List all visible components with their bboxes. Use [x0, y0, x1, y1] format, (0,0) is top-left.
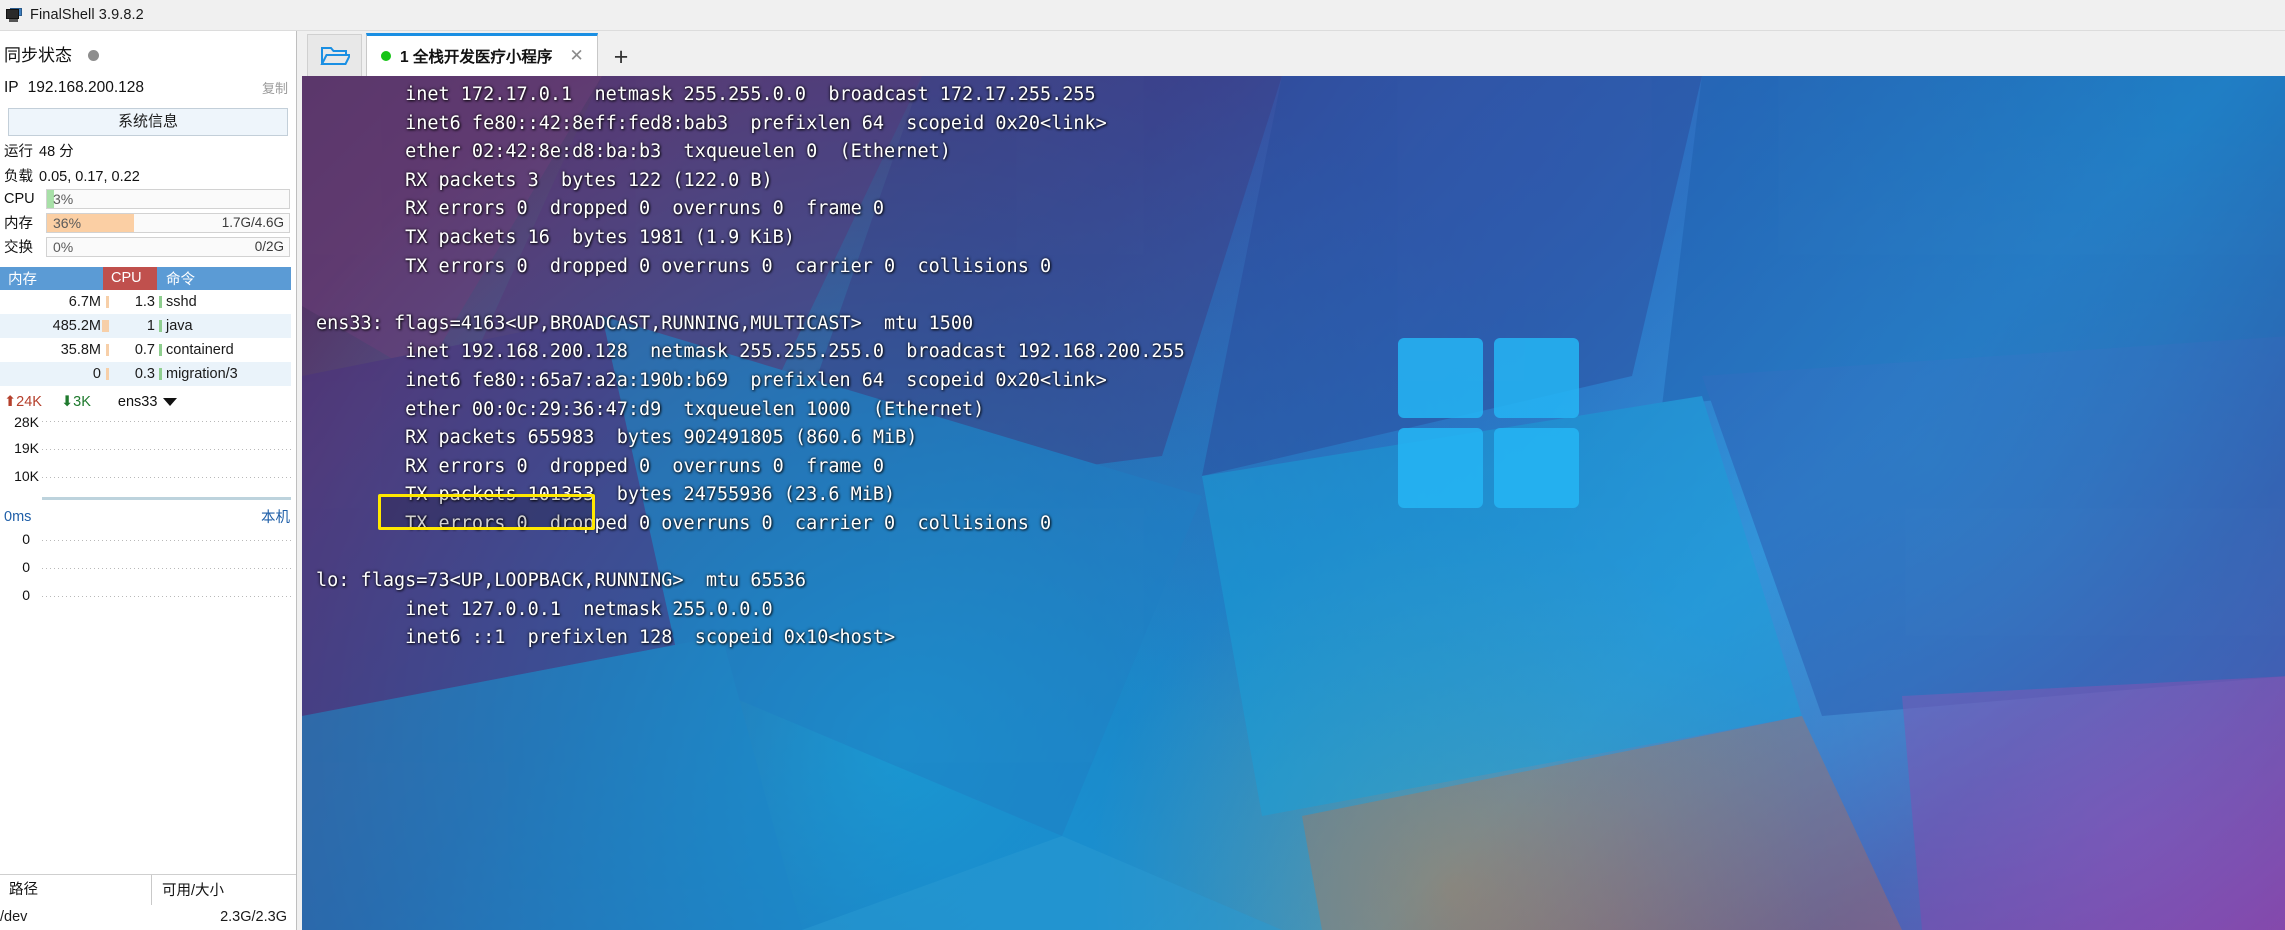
process-cpu: 1.3 [103, 294, 162, 310]
sync-status-row: 同步状态 [0, 31, 296, 72]
ping-graph-axis: 0 0 0 [0, 529, 42, 615]
memory-meter-percent: 36% [53, 214, 82, 231]
process-memory: 35.8M [0, 342, 109, 358]
computer-monitor-icon [6, 7, 23, 23]
open-folder-icon [319, 46, 350, 65]
memory-meter-detail: 1.7G/4.6G [221, 214, 284, 230]
network-upload-value: 24K [16, 394, 42, 410]
column-header-path[interactable]: 路径 [0, 874, 152, 905]
connected-status-icon [381, 51, 391, 61]
process-memory: 0 [0, 366, 109, 382]
ping-graph: 0 0 0 [0, 529, 291, 615]
network-header: ⬆ 24K ⬇ 3K ens33 [0, 386, 296, 412]
cpu-meter-row: CPU 3% [0, 186, 296, 209]
memory-meter-label: 内存 [4, 216, 33, 232]
chevron-down-icon [163, 398, 178, 406]
process-memory: 6.7M [0, 294, 109, 310]
close-icon[interactable]: ✕ [569, 46, 583, 66]
column-header-command[interactable]: 命令 [157, 268, 291, 289]
ip-label: IP [4, 78, 19, 96]
table-row[interactable]: 0 0.3 migration/3 [0, 362, 291, 386]
process-table: 内存 CPU 命令 6.7M 1.3 sshd 485.2M 1 java 35.8M 0.7… [0, 267, 291, 386]
column-header-available-size[interactable]: 可用/大小 [152, 879, 296, 900]
process-command: migration/3 [166, 366, 238, 382]
ping-host[interactable]: 本机 [261, 506, 290, 527]
network-download: ⬇ 3K [61, 394, 91, 410]
system-info-button[interactable]: 系统信息 [8, 108, 288, 136]
window-title: FinalShell 3.9.8.2 [30, 7, 144, 23]
network-axis-label-1: 19K [14, 440, 39, 456]
arrow-down-icon: ⬇ [60, 394, 74, 410]
uptime-row: 运行 48 分 [0, 136, 296, 161]
disk-size: 2.3G/2.3G [220, 909, 287, 925]
table-row[interactable]: 35.8M 0.7 containerd [0, 338, 291, 362]
memory-meter-row: 内存 36% 1.7G/4.6G [0, 209, 296, 233]
tab-bar: 1 全栈开发医疗小程序 ✕ + [297, 31, 2285, 76]
new-tab-button[interactable]: + [614, 45, 629, 70]
app-root: FinalShell 3.9.8.2 同步状态 IP 192.168.200.1… [0, 0, 2285, 930]
column-header-memory[interactable]: 内存 [0, 268, 103, 289]
network-graph: 28K 19K 10K [0, 412, 291, 500]
network-graph-axis: 28K 19K 10K [0, 412, 42, 500]
process-table-header: 内存 CPU 命令 [0, 267, 291, 290]
load-value: 0.05, 0.17, 0.22 [39, 169, 140, 185]
network-axis-label-2: 10K [14, 468, 39, 484]
terminal-output[interactable]: inet 172.17.0.1 netmask 255.255.0.0 broa… [302, 76, 2285, 930]
process-cpu: 0.3 [103, 366, 162, 382]
disk-table-header: 路径 可用/大小 [0, 874, 296, 905]
ip-row: IP 192.168.200.128 复制 [0, 72, 296, 101]
network-interface-select[interactable]: ens33 [118, 394, 178, 410]
network-graph-plot [42, 412, 291, 500]
swap-meter-detail: 0/2G [254, 238, 284, 254]
disk-row: /dev 2.3G/2.3G [0, 904, 296, 930]
process-command: containerd [166, 342, 234, 358]
disk-path: /dev [0, 909, 28, 925]
uptime-value: 48 分 [39, 144, 74, 160]
cpu-meter-percent: 3% [53, 191, 74, 207]
disk-table: 路径 可用/大小 /dev 2.3G/2.3G [0, 874, 296, 930]
terminal-text: inet 172.17.0.1 netmask 255.255.0.0 broa… [316, 84, 1185, 649]
sidebar: 同步状态 IP 192.168.200.128 复制 系统信息 运行 48 分 负… [0, 31, 297, 930]
main-pane: 1 全栈开发医疗小程序 ✕ + inet 172.17.0.1 netmask … [297, 31, 2285, 930]
ip-value: 192.168.200.128 [27, 78, 145, 96]
ping-axis-label-2: 0 [22, 587, 30, 603]
tab-session-1[interactable]: 1 全栈开发医疗小程序 ✕ [366, 33, 598, 76]
network-axis-label-0: 28K [14, 414, 39, 430]
table-row[interactable]: 485.2M 1 java [0, 314, 291, 338]
process-memory: 485.2M [0, 318, 109, 334]
table-row[interactable]: 6.7M 1.3 sshd [0, 290, 291, 314]
status-dot-icon [88, 49, 99, 61]
ping-header: 0ms 本机 [0, 500, 296, 529]
swap-meter-row: 交换 0% 0/2G [0, 233, 296, 257]
title-bar: FinalShell 3.9.8.2 [0, 0, 2285, 31]
cpu-meter-label: CPU [4, 191, 35, 207]
ping-latency: 0ms [4, 508, 32, 525]
network-upload: ⬆ 24K [4, 394, 42, 410]
uptime-label: 运行 [4, 144, 33, 160]
process-cpu: 0.7 [103, 342, 162, 358]
process-command: sshd [166, 294, 197, 310]
memory-meter: 36% 1.7G/4.6G [46, 212, 290, 233]
swap-meter-label: 交换 [4, 240, 33, 256]
network-interface-label: ens33 [117, 394, 158, 410]
network-download-value: 3K [73, 394, 91, 410]
ping-axis-label-0: 0 [22, 531, 30, 547]
arrow-up-icon: ⬆ [4, 394, 17, 410]
ip-highlight-box [378, 494, 595, 530]
ping-graph-plot [42, 529, 291, 615]
sync-status-label: 同步状态 [4, 46, 72, 65]
tab-label: 1 全栈开发医疗小程序 [400, 49, 553, 66]
process-command: java [166, 318, 193, 334]
process-cpu: 1 [103, 318, 162, 334]
swap-meter-percent: 0% [53, 238, 74, 255]
load-row: 负载 0.05, 0.17, 0.22 [0, 161, 296, 186]
cpu-meter: 3% [46, 189, 290, 209]
ping-axis-label-1: 0 [22, 559, 30, 575]
copy-button[interactable]: 复制 [262, 78, 290, 97]
open-folder-button[interactable] [307, 34, 362, 76]
load-label: 负载 [4, 169, 33, 185]
swap-meter: 0% 0/2G [46, 236, 290, 257]
column-header-cpu[interactable]: CPU [103, 267, 157, 290]
